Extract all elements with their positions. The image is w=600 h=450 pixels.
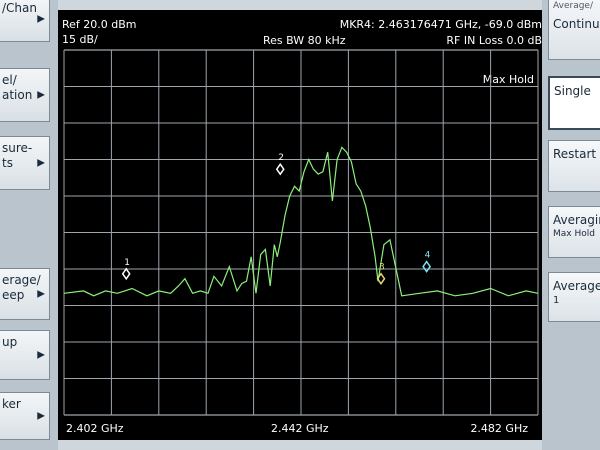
marker-4-diamond	[422, 260, 432, 273]
softkey-average-count[interactable]: Average 1	[548, 272, 600, 322]
stop-freq: 2.482 GHz	[470, 422, 528, 435]
panel-title: Average/	[553, 1, 593, 11]
chevron-right-icon: ▶	[37, 410, 45, 422]
analyzer-display: Ref 20.0 dBm 15 dB/ Res BW 80 kHz MKR4: …	[58, 10, 542, 440]
marker-3-label: 3	[379, 263, 385, 273]
softkey-setup[interactable]: up ▶	[0, 330, 50, 380]
softkey-restart[interactable]: Restart	[548, 140, 600, 192]
marker-layer: 1 2 3 4	[121, 153, 432, 286]
softkey-continuous-label: Continu	[553, 17, 600, 31]
chevron-right-icon: ▶	[37, 349, 45, 361]
chevron-right-icon: ▶	[37, 89, 45, 101]
softkey-freq-chan[interactable]: /Chan ▶	[0, 0, 50, 42]
softkey-level-location[interactable]: el/ ation ▶	[0, 68, 50, 122]
chevron-right-icon: ▶	[37, 288, 45, 300]
marker-2-diamond	[275, 162, 285, 176]
spectrum-plot: 1 2 3 4	[63, 49, 539, 416]
left-softkey-panel: /Chan ▶ el/ ation ▶ sure- ts ▶ erage/ ee…	[0, 0, 58, 450]
softkey-averaging[interactable]: Averagin Max Hold	[548, 206, 600, 258]
softkey-averaging-value: Max Hold	[553, 229, 595, 239]
center-freq: 2.442 GHz	[271, 422, 329, 435]
marker-1-diamond	[121, 267, 131, 281]
marker-4-label: 4	[425, 251, 431, 261]
marker-2-label: 2	[278, 153, 284, 163]
softkey-restart-label: Restart	[553, 147, 597, 161]
softkey-continuous[interactable]: Average/ Continu	[548, 0, 600, 60]
softkey-averaging-label: Averagin	[553, 213, 600, 227]
softkey-single[interactable]: Single	[548, 76, 600, 130]
softkey-single-label: Single	[554, 84, 591, 98]
softkey-measurements[interactable]: sure- ts ▶	[0, 136, 50, 190]
softkey-average-value: 1	[553, 295, 560, 306]
start-freq: 2.402 GHz	[66, 422, 124, 435]
right-softkey-panel: Average/ Continu Single Restart Averagin…	[542, 0, 600, 450]
softkey-average-label: Average	[553, 279, 600, 293]
softkey-marker[interactable]: ker ▶	[0, 392, 50, 440]
chevron-right-icon: ▶	[37, 157, 45, 169]
chevron-right-icon: ▶	[37, 13, 45, 25]
softkey-average-sweep[interactable]: erage/ eep ▶	[0, 268, 50, 320]
graticule	[63, 49, 539, 416]
marker-1-label: 1	[124, 258, 130, 268]
